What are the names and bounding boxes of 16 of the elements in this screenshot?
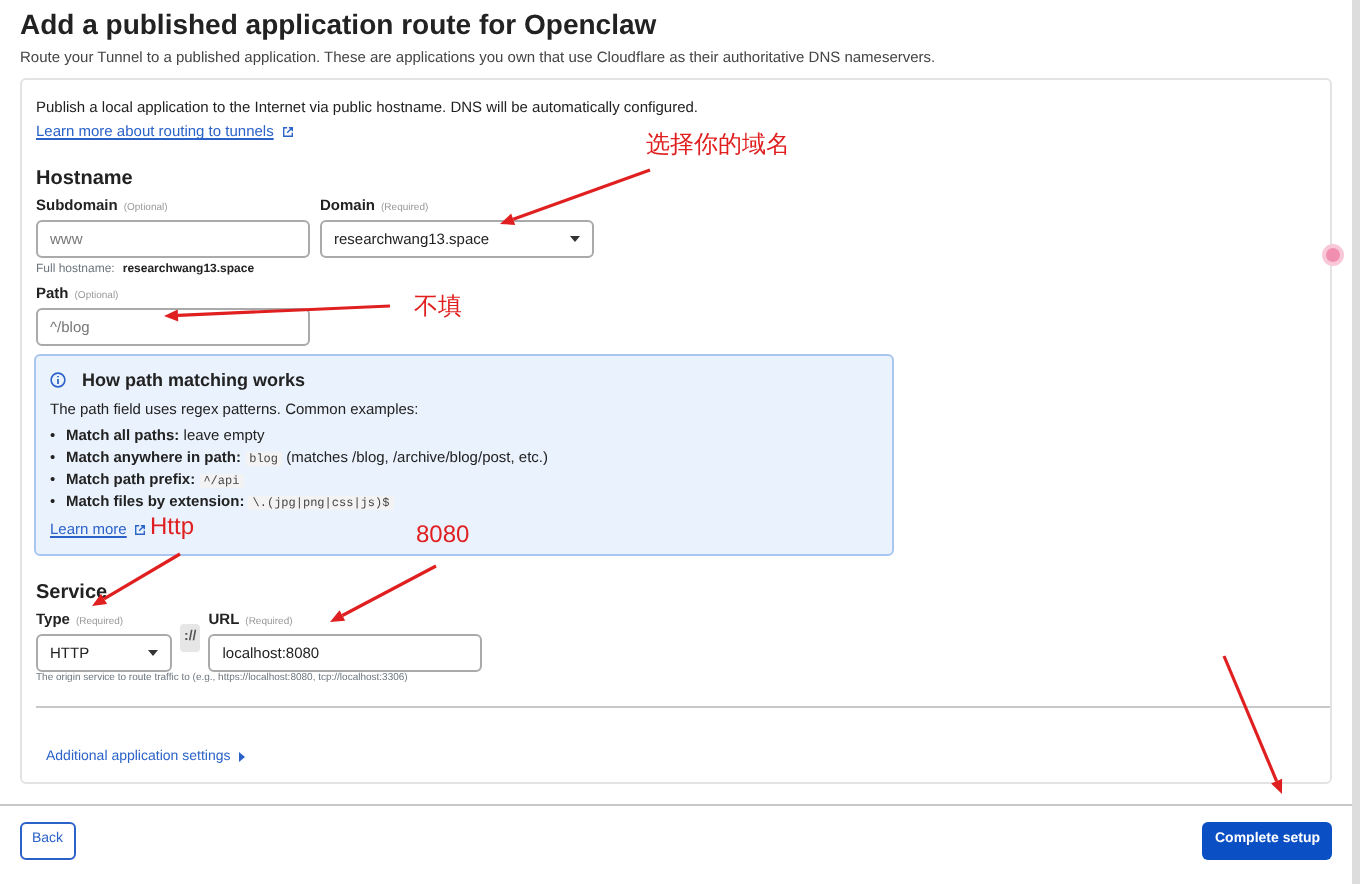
help-icon[interactable] [1322, 244, 1344, 266]
section-heading: Hostname [36, 167, 135, 191]
external-link-icon [134, 523, 147, 536]
section-heading: Service [36, 581, 110, 605]
annotation-arrow [330, 564, 437, 622]
external-link-icon [281, 125, 294, 138]
annotation-arrow [1222, 655, 1283, 794]
caret-icon [570, 236, 580, 242]
annotation-text: 不填 [414, 290, 462, 322]
annotation-text: 8080 [416, 518, 470, 550]
annotation-text: Http [150, 510, 195, 542]
page-title: Add a published application route for Openclaw [20, 6, 659, 42]
annotation-text: 选择你的域名 [646, 128, 790, 160]
caret-icon [148, 650, 158, 656]
info-icon [50, 372, 66, 389]
info-title: How path matching works [82, 367, 306, 394]
